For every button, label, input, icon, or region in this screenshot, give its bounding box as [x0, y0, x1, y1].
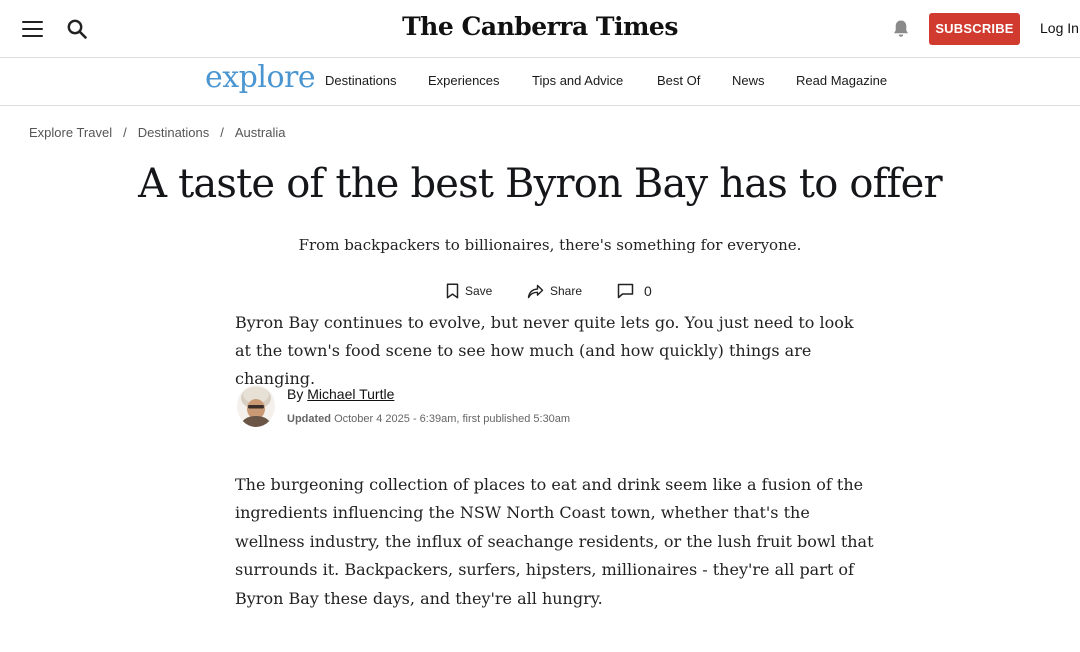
- breadcrumb: Explore Travel / Destinations / Australia: [29, 125, 285, 140]
- breadcrumb-australia[interactable]: Australia: [235, 125, 286, 140]
- share-button[interactable]: Share: [527, 281, 582, 301]
- breadcrumb-destinations[interactable]: Destinations: [138, 125, 210, 140]
- breadcrumb-explore-travel[interactable]: Explore Travel: [29, 125, 112, 140]
- article-headline: A taste of the best Byron Bay has to off…: [138, 161, 943, 207]
- updated-label: Updated: [287, 413, 331, 425]
- top-bar: The Canberra Times SUBSCRIBE Log In: [0, 0, 1080, 58]
- explore-logo[interactable]: explore: [205, 60, 316, 95]
- share-label: Share: [550, 284, 583, 298]
- author-link[interactable]: Michael Turtle: [307, 386, 394, 402]
- article-standfirst: From backpackers to billionaires, there'…: [298, 236, 802, 254]
- nav-item-destinations[interactable]: Destinations: [325, 73, 397, 88]
- bell-icon[interactable]: [892, 19, 910, 39]
- nav-item-best-of[interactable]: Best Of: [657, 73, 700, 88]
- share-icon: [527, 284, 544, 298]
- login-link[interactable]: Log In: [1040, 20, 1079, 36]
- nav-item-experiences[interactable]: Experiences: [428, 73, 500, 88]
- comment-count: 0: [644, 283, 652, 299]
- article-lede: Byron Bay continues to evolve, but never…: [235, 313, 854, 388]
- comments-button[interactable]: 0: [617, 281, 652, 301]
- byline-prefix: By: [287, 386, 304, 402]
- breadcrumb-separator: /: [123, 125, 127, 140]
- save-button[interactable]: Save: [446, 281, 492, 301]
- comment-icon: [617, 283, 634, 299]
- breadcrumb-separator: /: [220, 125, 224, 140]
- nav-item-read-magazine[interactable]: Read Magazine: [796, 73, 887, 88]
- masthead-logo[interactable]: The Canberra Times: [0, 12, 1080, 41]
- article-body-paragraph: The burgeoning collection of places to e…: [235, 475, 874, 608]
- nav-item-news[interactable]: News: [732, 73, 765, 88]
- section-nav: explore Destinations Experiences Tips an…: [0, 58, 1080, 106]
- save-label: Save: [465, 284, 493, 298]
- updated-timestamp: Updated October 4 2025 - 6:39am, first p…: [287, 413, 570, 425]
- updated-text: October 4 2025 - 6:39am, first published…: [334, 413, 571, 425]
- byline-text: By Michael Turtle: [287, 386, 394, 402]
- author-avatar[interactable]: [237, 385, 275, 427]
- bookmark-icon: [446, 283, 459, 299]
- subscribe-button[interactable]: SUBSCRIBE: [929, 13, 1020, 45]
- nav-item-tips-and-advice[interactable]: Tips and Advice: [532, 73, 623, 88]
